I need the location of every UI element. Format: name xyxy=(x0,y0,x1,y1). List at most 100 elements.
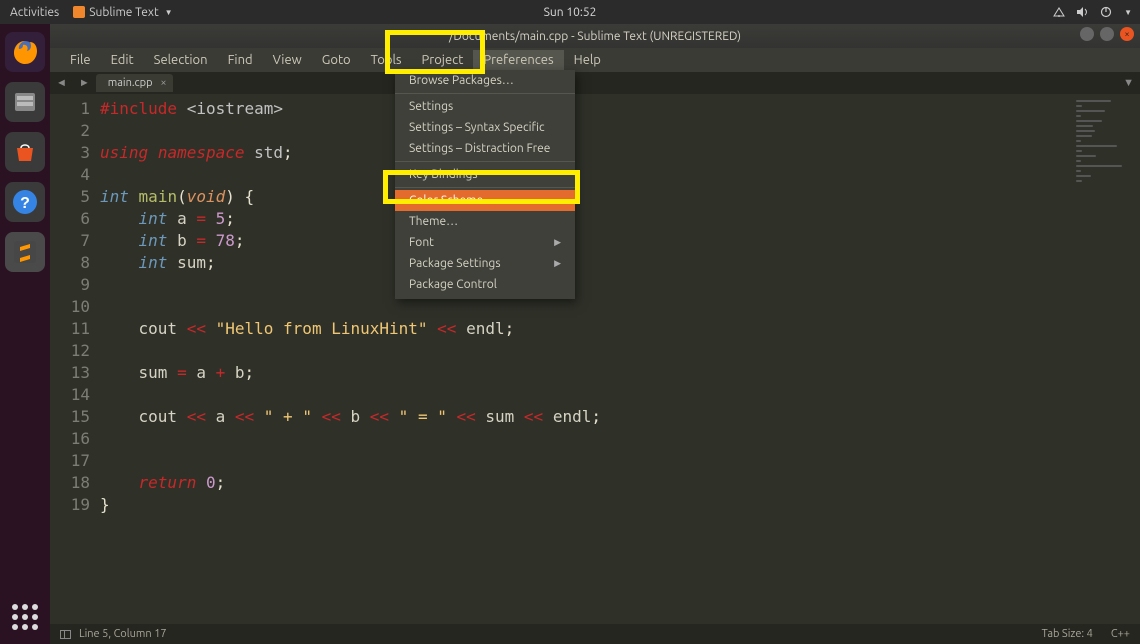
line-gutter: 12345678910111213141516171819 xyxy=(50,94,100,624)
close-button[interactable]: × xyxy=(1120,27,1134,41)
tab-label: main.cpp xyxy=(108,77,153,89)
code-line: sum = a + b; xyxy=(100,362,601,384)
maximize-button[interactable] xyxy=(1100,27,1114,41)
help-launcher[interactable]: ? xyxy=(5,182,45,222)
tab-forward-button[interactable]: ► xyxy=(73,77,96,89)
launcher-dock: ? xyxy=(0,24,50,644)
menu-edit[interactable]: Edit xyxy=(101,50,144,70)
menu-item-browse-packages[interactable]: Browse Packages… xyxy=(395,70,575,91)
line-number: 17 xyxy=(50,450,100,472)
line-number: 4 xyxy=(50,164,100,186)
code-line: } xyxy=(100,494,601,516)
menu-item-color-scheme[interactable]: Color Scheme… xyxy=(395,190,575,211)
line-number: 10 xyxy=(50,296,100,318)
tab-size-button[interactable]: Tab Size: 4 xyxy=(1042,628,1093,640)
code-line: cout << a << " + " << b << " = " << sum … xyxy=(100,406,601,428)
gnome-panel: Activities Sublime Text ▼ Sun 10:52 ▼ xyxy=(0,0,1140,24)
software-launcher[interactable] xyxy=(5,132,45,172)
line-number: 3 xyxy=(50,142,100,164)
code-line: cout << "Hello from LinuxHint" << endl; xyxy=(100,318,601,340)
line-number: 12 xyxy=(50,340,100,362)
code-line xyxy=(100,340,601,362)
menu-item-label: Color Scheme… xyxy=(409,194,495,207)
menu-item-label: Theme… xyxy=(409,215,458,228)
menu-item-settings-distraction-free[interactable]: Settings – Distraction Free xyxy=(395,138,575,159)
menu-help[interactable]: Help xyxy=(564,50,611,70)
menu-separator xyxy=(395,187,575,188)
line-number: 1 xyxy=(50,98,100,120)
menubar: FileEditSelectionFindViewGotoToolsProjec… xyxy=(50,48,1140,72)
panel-switch-icon[interactable] xyxy=(60,630,71,639)
tab-dropdown-button[interactable]: ▼ xyxy=(1123,77,1134,89)
menu-preferences[interactable]: Preferences xyxy=(473,50,563,70)
titlebar[interactable]: /Documents/main.cpp - Sublime Text (UNRE… xyxy=(50,24,1140,48)
menu-project[interactable]: Project xyxy=(412,50,474,70)
line-number: 9 xyxy=(50,274,100,296)
line-number: 2 xyxy=(50,120,100,142)
sublime-launcher[interactable] xyxy=(5,232,45,272)
menu-item-theme[interactable]: Theme… xyxy=(395,211,575,232)
menu-view[interactable]: View xyxy=(263,50,312,70)
menu-selection[interactable]: Selection xyxy=(144,50,218,70)
power-icon[interactable] xyxy=(1100,6,1112,18)
code-line xyxy=(100,384,601,406)
menu-item-label: Settings – Syntax Specific xyxy=(409,121,545,134)
submenu-arrow-icon: ▶ xyxy=(554,258,561,269)
activities-button[interactable]: Activities xyxy=(10,6,59,19)
menu-item-settings-syntax-specific[interactable]: Settings – Syntax Specific xyxy=(395,117,575,138)
menu-item-package-control[interactable]: Package Control xyxy=(395,274,575,295)
line-number: 15 xyxy=(50,406,100,428)
close-icon[interactable]: × xyxy=(160,77,166,89)
tab-back-button[interactable]: ◄ xyxy=(50,77,73,89)
code-line: return 0; xyxy=(100,472,601,494)
code-line xyxy=(100,450,601,472)
sound-icon[interactable] xyxy=(1076,6,1090,18)
line-number: 19 xyxy=(50,494,100,516)
menu-separator xyxy=(395,93,575,94)
menu-separator xyxy=(395,161,575,162)
menu-goto[interactable]: Goto xyxy=(312,50,361,70)
menu-item-font[interactable]: Font ▶ xyxy=(395,232,575,253)
menu-item-label: Package Settings xyxy=(409,257,501,270)
chevron-down-icon: ▼ xyxy=(165,8,173,17)
menu-item-settings[interactable]: Settings xyxy=(395,96,575,117)
menu-item-label: Key Bindings xyxy=(409,168,478,181)
menu-item-label: Font xyxy=(409,236,434,249)
chevron-down-icon: ▼ xyxy=(1124,8,1132,17)
menu-item-key-bindings[interactable]: Key Bindings xyxy=(395,164,575,185)
svg-text:?: ? xyxy=(20,195,30,212)
panel-clock[interactable]: Sun 10:52 xyxy=(544,6,597,19)
menu-item-label: Settings – Distraction Free xyxy=(409,142,550,155)
code-line xyxy=(100,296,601,318)
network-icon[interactable] xyxy=(1052,6,1066,18)
files-launcher[interactable] xyxy=(5,82,45,122)
statusbar: Line 5, Column 17 Tab Size: 4 C++ xyxy=(50,624,1140,644)
preferences-menu: Browse Packages… Settings Settings – Synta… xyxy=(395,70,575,299)
line-number: 8 xyxy=(50,252,100,274)
tabbar: ◄ ► main.cpp × ▼ xyxy=(50,72,1140,94)
menu-item-package-settings[interactable]: Package Settings ▶ xyxy=(395,253,575,274)
sublime-window: /Documents/main.cpp - Sublime Text (UNRE… xyxy=(50,24,1140,644)
line-number: 13 xyxy=(50,362,100,384)
minimize-button[interactable] xyxy=(1080,27,1094,41)
firefox-launcher[interactable] xyxy=(5,32,45,72)
code-line xyxy=(100,428,601,450)
sublime-icon xyxy=(73,6,85,18)
menu-item-label: Browse Packages… xyxy=(409,74,514,87)
tab-main-cpp[interactable]: main.cpp × xyxy=(96,74,173,92)
menu-item-label: Package Control xyxy=(409,278,497,291)
line-number: 16 xyxy=(50,428,100,450)
submenu-arrow-icon: ▶ xyxy=(554,237,561,248)
menu-tools[interactable]: Tools xyxy=(361,50,412,70)
menu-find[interactable]: Find xyxy=(218,50,263,70)
line-number: 5 xyxy=(50,186,100,208)
editor-area[interactable]: 12345678910111213141516171819 #include <… xyxy=(50,94,1140,624)
line-number: 14 xyxy=(50,384,100,406)
line-number: 6 xyxy=(50,208,100,230)
app-menu[interactable]: Sublime Text ▼ xyxy=(73,6,172,19)
syntax-button[interactable]: C++ xyxy=(1111,628,1130,640)
menu-file[interactable]: File xyxy=(60,50,101,70)
cursor-position: Line 5, Column 17 xyxy=(79,628,167,640)
show-apps-button[interactable] xyxy=(12,604,38,630)
minimap[interactable] xyxy=(1070,94,1140,234)
